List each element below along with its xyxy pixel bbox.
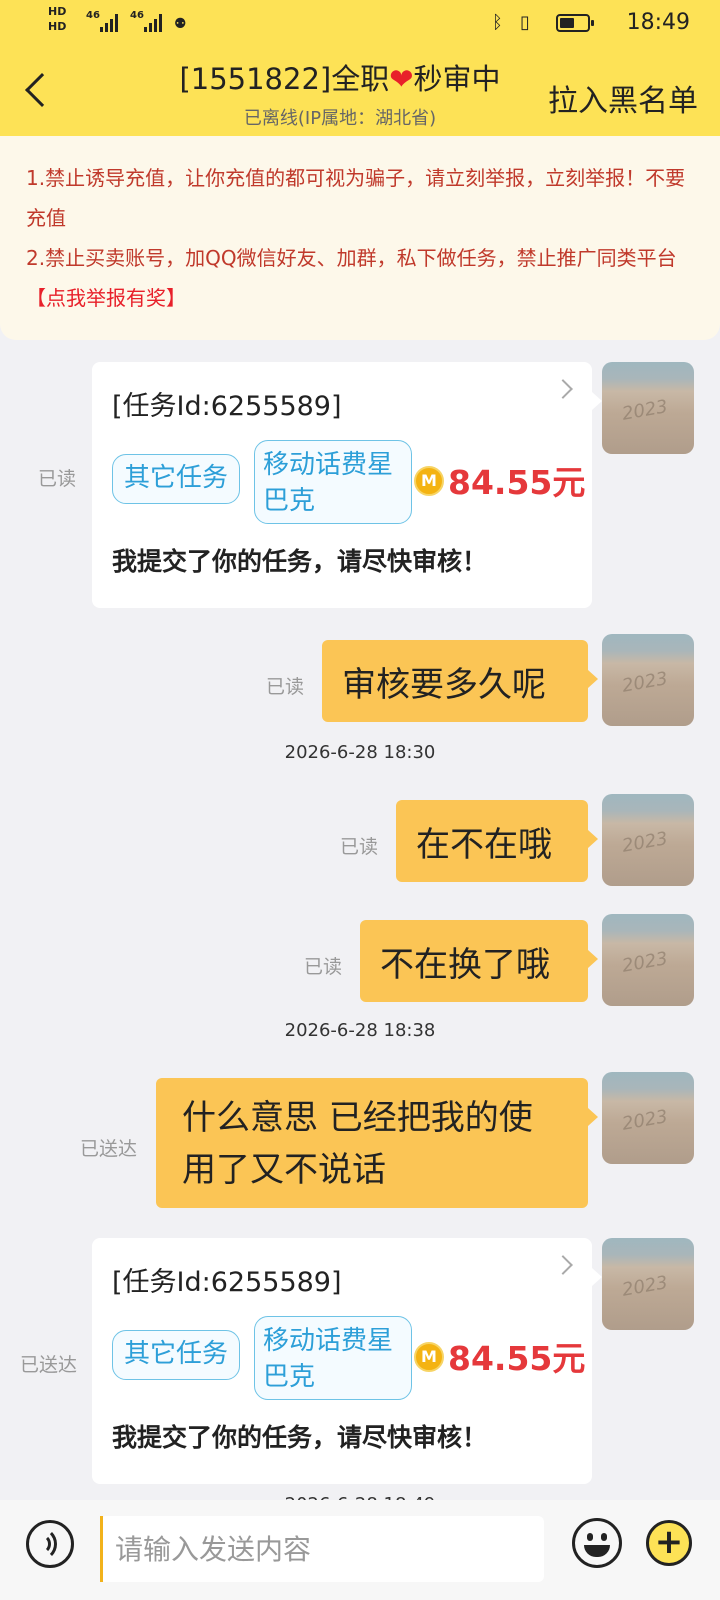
chevron-right-icon — [553, 1255, 573, 1275]
report-link[interactable]: 【点我举报有奖】 — [26, 286, 186, 310]
avatar[interactable] — [602, 914, 694, 1006]
read-status: 已读 — [266, 676, 305, 698]
vibrate-icon: ▯ — [520, 12, 530, 33]
status-bar: HD HD 46 46 ⚉ ᛒ ▯ 18:49 — [0, 0, 720, 48]
top-bar: HD HD 46 46 ⚉ ᛒ ▯ 18:49 [1551822]全职❤秒审中 已… — [0, 0, 720, 136]
chat-subtitle: 已离线(IP属地：湖北省) — [243, 108, 437, 129]
read-status: 已读 — [38, 468, 77, 490]
avatar[interactable] — [602, 634, 694, 726]
voice-wave-icon-outer — [23, 1527, 57, 1561]
blacklist-button[interactable]: 拉入黑名单 — [548, 76, 698, 120]
task-price: 84.55元 — [448, 463, 586, 502]
battery-icon — [556, 14, 594, 32]
chevron-right-icon — [553, 379, 573, 399]
notice-line-1: 1.禁止诱导充值，让你充值的都可视为骗子，请立刻举报，立刻举报！不要充值 — [26, 166, 686, 230]
chat-title: [1551822]全职❤秒审中 — [179, 62, 501, 96]
task-price: 84.55元 — [448, 1339, 586, 1378]
hd-indicator: HD HD — [48, 5, 67, 33]
add-button[interactable]: + — [646, 1520, 692, 1566]
task-tag: 移动话费星巴克 — [254, 1316, 412, 1400]
back-arrow-icon — [25, 73, 59, 107]
task-tag: 移动话费星巴克 — [254, 440, 412, 524]
task-card[interactable]: [任务Id:6255589] 其它任务 移动话费星巴克 M 84.55元 我提交… — [92, 362, 602, 608]
clock: 18:49 — [626, 10, 690, 35]
coin-icon: M — [414, 1342, 444, 1372]
voice-button[interactable] — [26, 1520, 74, 1568]
signal-icon — [100, 14, 122, 32]
task-message: 我提交了你的任务，请尽快审核！ — [112, 1423, 488, 1452]
avatar[interactable] — [602, 794, 694, 886]
task-tag: 其它任务 — [112, 1330, 240, 1380]
task-tag: 其它任务 — [112, 454, 240, 504]
message-line: 什么意思 已经把我的使 — [182, 1098, 533, 1138]
message-input[interactable] — [100, 1516, 544, 1582]
read-status: 已读 — [340, 836, 379, 858]
message-bubble[interactable]: 在不在哦 — [396, 800, 598, 882]
signal-icon-2 — [144, 14, 166, 32]
task-card[interactable]: [任务Id:6255589] 其它任务 移动话费星巴克 M 84.55元 我提交… — [92, 1238, 602, 1484]
notice-banner: 1.禁止诱导充值，让你充值的都可视为骗子，请立刻举报，立刻举报！不要充值 2.禁… — [0, 136, 720, 340]
timestamp: 2026-6-28 18:30 — [284, 742, 436, 763]
read-status: 已送达 — [20, 1354, 78, 1376]
read-status: 已读 — [304, 956, 343, 978]
network-label-1: 46 — [86, 10, 100, 21]
task-id: [任务Id:6255589] — [112, 391, 342, 422]
message-bubble[interactable]: 什么意思 已经把我的使 用了又不说话 — [156, 1078, 598, 1208]
message-input-wrapper — [100, 1516, 544, 1582]
avatar[interactable] — [602, 1238, 694, 1330]
read-status: 已送达 — [80, 1138, 138, 1160]
task-id: [任务Id:6255589] — [112, 1267, 342, 1298]
back-button[interactable] — [18, 70, 59, 114]
timestamp: 2026-6-28 18:38 — [284, 1020, 436, 1041]
message-bubble[interactable]: 审核要多久呢 — [322, 640, 598, 722]
emoji-button[interactable] — [572, 1518, 622, 1568]
avatar[interactable] — [602, 1072, 694, 1164]
network-label-2: 46 — [130, 10, 144, 21]
message-bubble[interactable]: 不在换了哦 — [360, 920, 598, 1002]
app-notification-icon: ⚉ — [174, 16, 187, 32]
bluetooth-icon: ᛒ — [492, 12, 503, 33]
notice-line-2: 2.禁止买卖账号，加QQ微信好友、加群，私下做任务，禁止推广同类平台【点我举报有… — [26, 246, 677, 310]
heart-icon: ❤ — [389, 62, 414, 96]
avatar[interactable] — [602, 362, 694, 454]
input-bar: + — [0, 1500, 720, 1600]
coin-icon: M — [414, 466, 444, 496]
task-message: 我提交了你的任务，请尽快审核！ — [112, 547, 488, 576]
message-line: 用了又不说话 — [182, 1150, 386, 1190]
